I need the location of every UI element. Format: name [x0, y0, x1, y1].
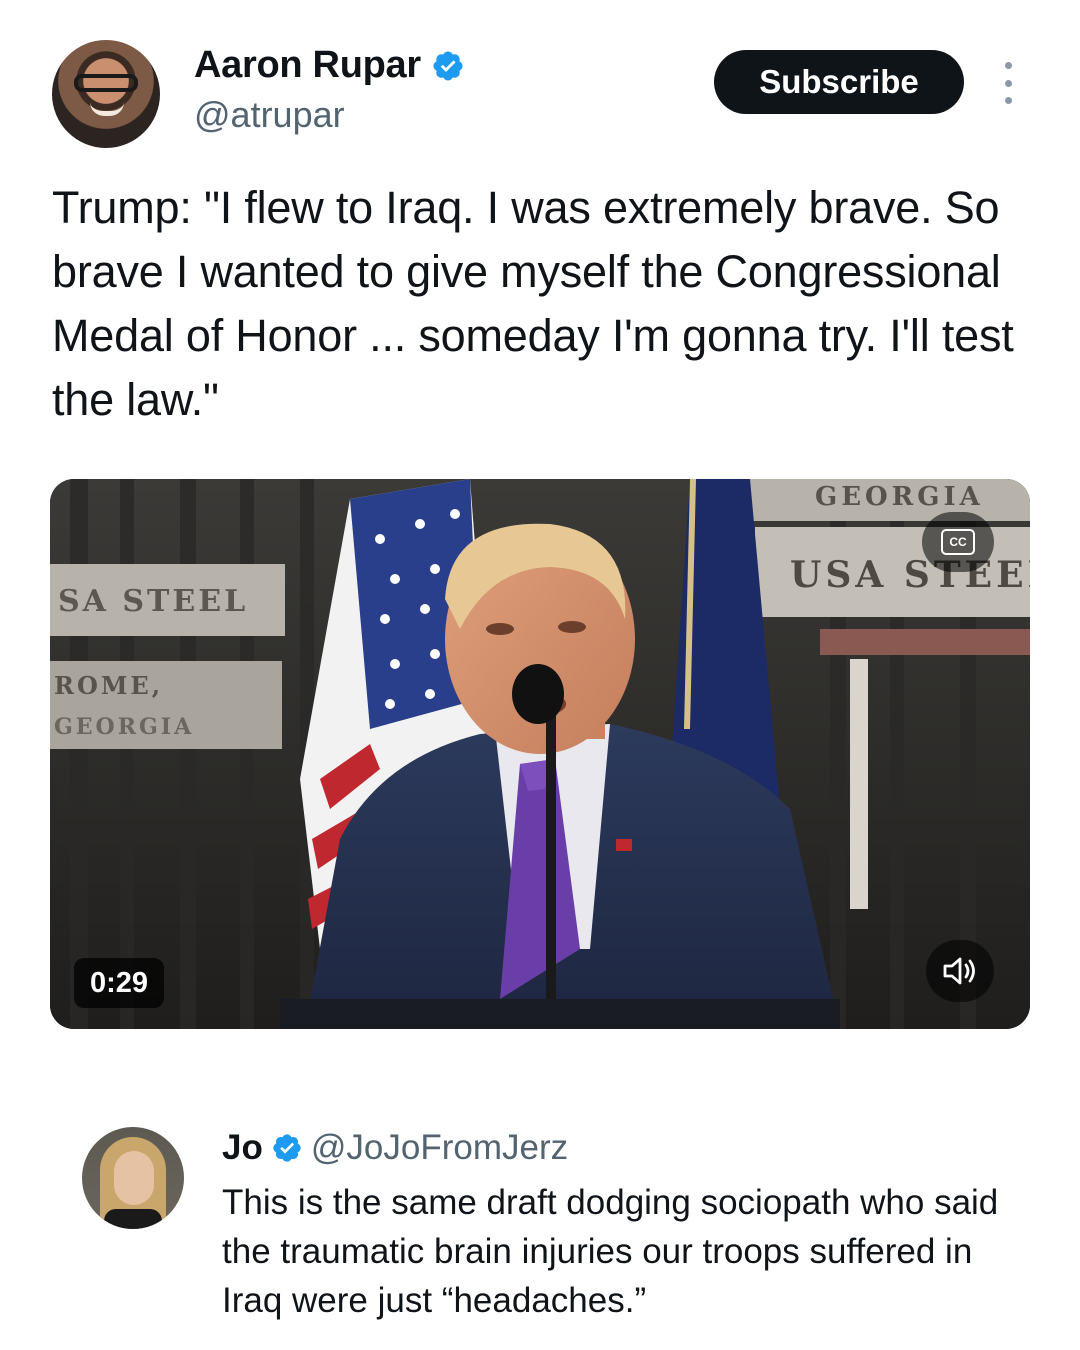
closed-captions-button[interactable]: CC: [922, 512, 994, 572]
author-name-row[interactable]: Aaron Rupar: [194, 44, 465, 87]
sign-georgia-right: GEORGIA: [815, 482, 984, 512]
avatar-smile: [90, 102, 124, 116]
closed-captions-icon: CC: [941, 529, 975, 555]
avatar-glasses: [74, 74, 138, 92]
reply-author-row[interactable]: Jo @JoJoFromJerz: [222, 1128, 568, 1168]
reply-author-handle[interactable]: @JoJoFromJerz: [311, 1128, 568, 1168]
author-avatar[interactable]: [52, 40, 160, 148]
author-name[interactable]: Aaron Rupar: [194, 44, 421, 87]
verified-badge-icon: [273, 1134, 301, 1162]
sign-usa-steel: USA STEEL: [790, 554, 1030, 596]
sign-sa-steel: SA STEEL: [58, 584, 248, 619]
volume-button[interactable]: [926, 940, 994, 1002]
video-frame: SA STEEL ROME, GEORGIA GEORGIA USA STEEL: [50, 479, 1030, 1029]
video-duration: 0:29: [74, 958, 164, 1008]
subscribe-button[interactable]: Subscribe: [714, 50, 964, 114]
verified-badge-icon: [433, 50, 463, 81]
author-handle[interactable]: @atrupar: [194, 94, 345, 136]
more-options-icon[interactable]: [994, 62, 1022, 104]
avatar-top: [104, 1209, 162, 1229]
sign-georgia-left: GEORGIA: [54, 714, 194, 740]
more-dot: [1004, 79, 1012, 87]
video-player[interactable]: SA STEEL ROME, GEORGIA GEORGIA USA STEEL: [50, 479, 1030, 1029]
more-dot: [1004, 97, 1012, 104]
volume-icon: [943, 957, 975, 985]
reply-author-name[interactable]: Jo: [222, 1128, 263, 1168]
sign-rome: ROME,: [54, 671, 163, 700]
reply-author-avatar[interactable]: [82, 1127, 184, 1229]
tweet-text: Trump: "I flew to Iraq. I was extremely …: [52, 182, 1014, 425]
avatar-face: [114, 1151, 154, 1205]
reply-text: This is the same draft dodging sociopath…: [222, 1183, 999, 1320]
more-dot: [1004, 62, 1012, 69]
